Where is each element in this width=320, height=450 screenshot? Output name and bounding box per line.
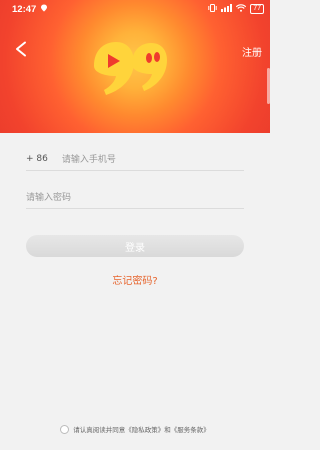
- edge-scroll-indicator: [267, 68, 270, 104]
- login-button[interactable]: 登录: [26, 235, 244, 257]
- phone-input-placeholder[interactable]: 请输入手机号: [62, 152, 116, 165]
- header-banner: 12:47 77 注册: [0, 0, 270, 133]
- forgot-password-link[interactable]: 忘记密码?: [0, 272, 270, 287]
- password-field[interactable]: 请输入密码: [26, 185, 244, 209]
- register-link[interactable]: 注册: [242, 44, 262, 59]
- agreement-text[interactable]: 请认真阅读并同意《隐私政策》和《服务条款》: [73, 424, 210, 434]
- battery-icon: 77: [250, 4, 264, 14]
- back-button[interactable]: [10, 38, 32, 60]
- agreement-row: 请认真阅读并同意《隐私政策》和《服务条款》: [0, 424, 270, 434]
- status-bar: 12:47 77: [0, 0, 270, 18]
- agreement-checkbox[interactable]: [60, 424, 70, 434]
- app-logo: [88, 38, 173, 98]
- wifi-icon: [236, 4, 247, 14]
- password-input-placeholder[interactable]: 请输入密码: [26, 190, 71, 203]
- vibrate-icon: [208, 4, 217, 14]
- chevron-left-icon: [16, 41, 26, 57]
- status-time: 12:47: [12, 3, 37, 15]
- location-icon: [40, 4, 48, 14]
- phone-field[interactable]: + 86 请输入手机号: [26, 147, 244, 171]
- country-code-selector[interactable]: + 86: [26, 154, 48, 164]
- signal-icon: [221, 4, 233, 14]
